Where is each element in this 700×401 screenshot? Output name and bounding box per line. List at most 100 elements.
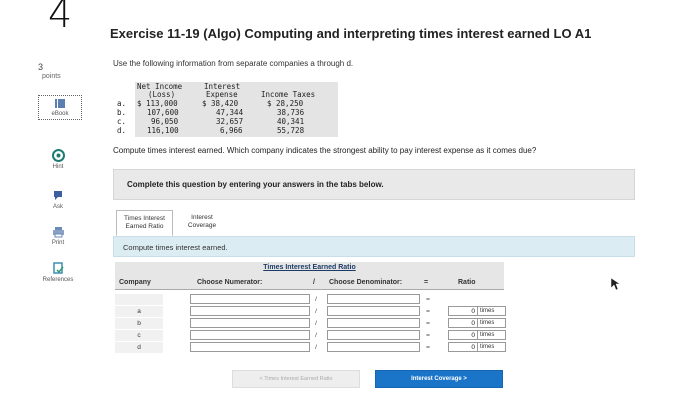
row-label: c. [117, 117, 127, 126]
header-denominator: Choose Denominator: [329, 279, 403, 286]
tab-label-line2: Coverage [187, 222, 217, 229]
numerator-select[interactable] [190, 306, 310, 316]
side-label-print: Print [51, 240, 65, 246]
points-label: points [42, 73, 61, 80]
slash-symbol: / [315, 320, 317, 327]
row-label: a. [117, 99, 127, 108]
references-icon [52, 262, 64, 274]
side-item-references[interactable]: References [36, 262, 80, 283]
prev-arrow-icon: < [259, 376, 263, 382]
header-numerator: Choose Numerator: [197, 279, 263, 286]
header-interest-2: Expense [206, 90, 238, 99]
ratio-unit: times [478, 318, 506, 328]
taxes-value: $ 28,250 [267, 99, 304, 108]
ratio-value: 0 [448, 306, 478, 316]
net-income-value: $ 113,000 [137, 99, 178, 108]
side-item-hint[interactable]: Hint [36, 149, 80, 170]
header-slash: / [313, 279, 315, 286]
question-number: 4 [48, 0, 73, 36]
next-arrow-icon: > [463, 376, 467, 382]
company-cell: b [115, 318, 163, 329]
side-item-ebook[interactable]: eBook [38, 95, 82, 120]
denominator-select[interactable] [327, 306, 420, 316]
header-net-income-2: (Loss) [148, 90, 176, 99]
ratio-unit: times [478, 330, 506, 340]
grid-row-b: b / = 0 times [115, 318, 615, 329]
ratio-value: 0 [448, 342, 478, 352]
printer-icon [52, 227, 64, 238]
net-income-value: 116,100 [147, 126, 179, 135]
equals-symbol: = [426, 344, 430, 351]
grid-row-d: d / = 0 times [115, 342, 615, 353]
header-company: Company [119, 279, 151, 286]
book-icon [55, 99, 65, 108]
question-prompt: Compute times interest earned. Which com… [113, 146, 537, 155]
denominator-select[interactable] [327, 294, 420, 304]
compute-label: Compute times interest earned. [123, 243, 228, 252]
equals-symbol: = [426, 296, 430, 303]
equals-symbol: = [426, 308, 430, 315]
slash-symbol: / [315, 296, 317, 303]
numerator-select[interactable] [190, 330, 310, 340]
header-taxes: Income Taxes [261, 90, 316, 99]
prev-tab-label: Times Interest Earned Ratio [264, 376, 333, 382]
tab-label-line1: Times Interest [124, 215, 165, 222]
header-ratio: Ratio [458, 279, 476, 286]
taxes-value: 38,736 [277, 108, 305, 117]
row-label: b. [117, 108, 127, 117]
interest-value: 47,344 [216, 108, 244, 117]
company-cell: d [115, 342, 163, 353]
side-label-ask: Ask [52, 204, 63, 210]
ratio-value: 0 [448, 330, 478, 340]
side-label-hint: Hint [52, 164, 64, 170]
side-item-print[interactable]: Print [36, 226, 80, 246]
interest-value: 6,966 [220, 126, 243, 135]
slash-symbol: / [315, 344, 317, 351]
side-item-ask[interactable]: Ask [36, 189, 80, 210]
side-label-ebook: eBook [51, 111, 69, 117]
grid-header-row [115, 275, 504, 290]
row-label: d. [117, 126, 127, 135]
next-tab-button[interactable]: Interest Coverage > [375, 370, 503, 388]
side-label-references: References [42, 277, 74, 283]
denominator-select[interactable] [327, 342, 420, 352]
net-income-value: 107,600 [147, 108, 179, 117]
taxes-value: 40,341 [277, 117, 305, 126]
equals-symbol: = [426, 332, 430, 339]
prev-tab-button[interactable]: < Times Interest Earned Ratio [232, 370, 360, 388]
grid-row-blank: / = [115, 294, 615, 305]
tab-label-line2: Earned Ratio [125, 223, 164, 230]
company-cell [115, 294, 163, 305]
numerator-select[interactable] [190, 342, 310, 352]
ebook-frame: eBook [38, 95, 82, 120]
chat-bubble-icon [54, 191, 62, 200]
instructions-box: Complete this question by entering your … [113, 169, 635, 200]
next-tab-label: Interest Coverage [411, 376, 462, 382]
interest-value: 32,657 [216, 117, 244, 126]
compute-bar: Compute times interest earned. [113, 236, 635, 257]
ratio-value: 0 [448, 318, 478, 328]
numerator-select[interactable] [190, 294, 310, 304]
ratio-unit: times [478, 306, 506, 316]
company-cell: c [115, 330, 163, 341]
mouse-cursor-icon [610, 277, 620, 291]
tab-label-line1: Interest [191, 214, 213, 221]
ratio-unit: times [478, 342, 506, 352]
tab-interest-coverage[interactable]: Interest Coverage [181, 210, 223, 236]
numerator-select[interactable] [190, 318, 310, 328]
header-equals: = [424, 279, 429, 286]
denominator-select[interactable] [327, 318, 420, 328]
tab-times-interest-earned[interactable]: Times Interest Earned Ratio [116, 210, 173, 236]
net-income-value: 96,050 [151, 117, 179, 126]
intro-text: Use the following information from separ… [113, 59, 354, 68]
grid-title: Times Interest Earned Ratio [115, 262, 504, 275]
points-value: 3 [38, 62, 44, 72]
grid-row-a: a / = 0 times [115, 306, 615, 317]
denominator-select[interactable] [327, 330, 420, 340]
slash-symbol: / [315, 308, 317, 315]
equals-symbol: = [426, 320, 430, 327]
company-cell: a [115, 306, 163, 317]
page-title: Exercise 11-19 (Algo) Computing and inte… [110, 26, 592, 41]
slash-symbol: / [315, 332, 317, 339]
hint-icon [51, 149, 65, 162]
